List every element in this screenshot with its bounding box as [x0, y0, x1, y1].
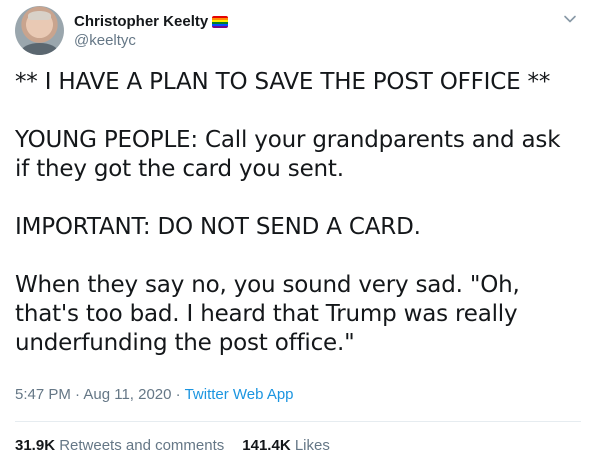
chevron-down-icon[interactable]: [563, 12, 577, 26]
avatar-shirt: [21, 43, 58, 55]
meta-separator: ·: [171, 386, 185, 403]
author-display-name-row[interactable]: Christopher Keelty: [74, 12, 229, 31]
retweets-count: 31.9K: [15, 437, 56, 454]
tweet-card: Christopher Keelty @keeltyc ** I HAVE A …: [0, 0, 596, 468]
tweet-text: ** I HAVE A PLAN TO SAVE THE POST OFFICE…: [15, 69, 561, 356]
tweet-timestamp[interactable]: 5:47 PM · Aug 11, 2020: [15, 386, 172, 403]
rainbow-flag-icon: [212, 15, 229, 28]
author-display-name[interactable]: Christopher Keelty: [74, 12, 208, 31]
retweets-stat[interactable]: 31.9K Retweets and comments: [15, 436, 224, 456]
likes-stat[interactable]: 141.4K Likes: [242, 436, 330, 456]
likes-label: Likes: [290, 437, 330, 454]
retweets-label: Retweets and comments: [55, 437, 225, 454]
tweet-meta: 5:47 PM · Aug 11, 2020 · Twitter Web App: [15, 385, 294, 405]
tweet-stats: 31.9K Retweets and comments 141.4K Likes: [15, 436, 330, 456]
tweet-header: Christopher Keelty @keeltyc: [15, 6, 581, 56]
author-handle[interactable]: @keeltyc: [74, 31, 228, 50]
divider: [15, 421, 581, 422]
author-names: Christopher Keelty @keeltyc: [74, 12, 229, 50]
avatar[interactable]: [15, 6, 64, 55]
tweet-source-link[interactable]: Twitter Web App: [185, 386, 294, 403]
avatar-hair: [28, 11, 51, 20]
likes-count: 141.4K: [242, 437, 291, 454]
